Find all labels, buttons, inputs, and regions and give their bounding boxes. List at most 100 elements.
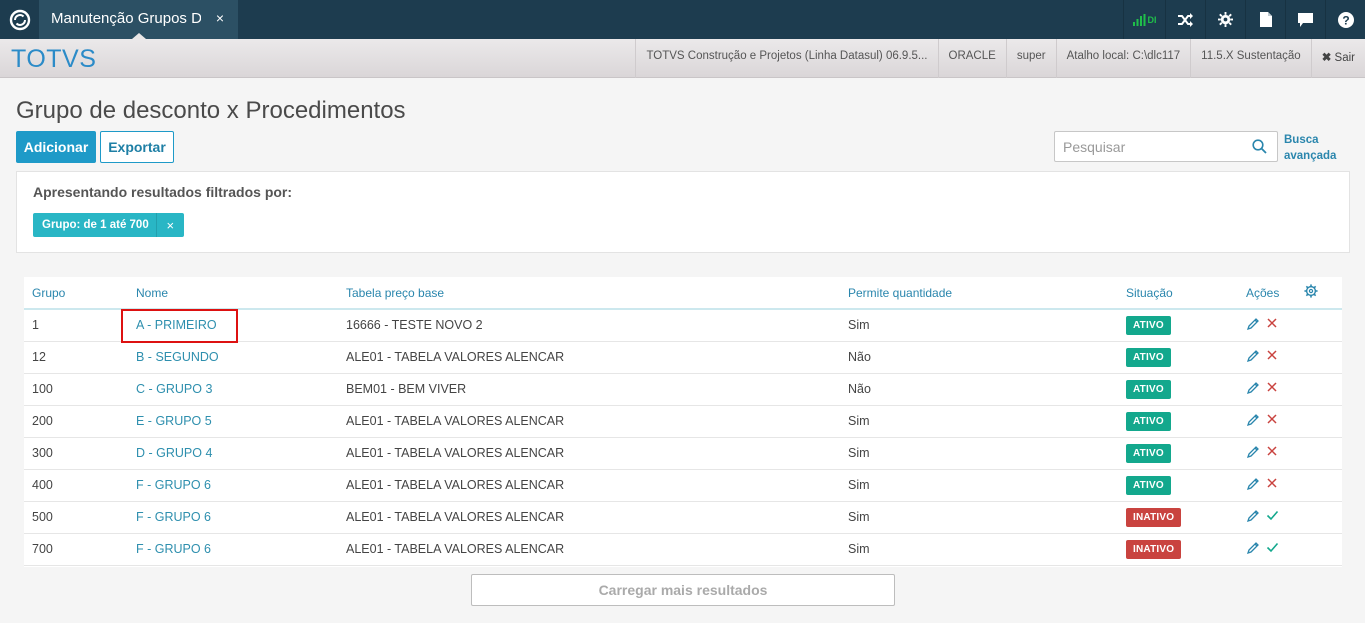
tab-label: Manutenção Grupos D: [51, 10, 201, 27]
top-toolbar: DI ?: [1123, 0, 1365, 39]
edit-icon[interactable]: [1246, 477, 1262, 493]
results-table-card: Grupo Nome Tabela preço base Permite qua…: [24, 277, 1342, 567]
cell-nome: F - GRUPO 6: [136, 501, 346, 534]
svg-text:?: ?: [1342, 13, 1349, 27]
cell-permite: Sim: [848, 437, 1126, 470]
filter-chip-remove-button[interactable]: ×: [155, 213, 184, 237]
edit-icon[interactable]: [1246, 381, 1262, 397]
cell-tabela: ALE01 - TABELA VALORES ALENCAR: [346, 501, 848, 534]
signal-label: DI: [1147, 14, 1157, 25]
cell-permite: Sim: [848, 309, 1126, 342]
cell-nome: C - GRUPO 3: [136, 373, 346, 406]
table-row: 12 B - SEGUNDO ALE01 - TABELA VALORES ALEN…: [24, 341, 1342, 374]
nome-link[interactable]: B - SEGUNDO: [136, 350, 219, 364]
nome-link[interactable]: D - GRUPO 4: [136, 446, 212, 460]
advanced-search-line2: avançada: [1284, 150, 1337, 162]
cell-situacao: ATIVO: [1126, 469, 1246, 502]
search-icon[interactable]: [1252, 139, 1267, 159]
cell-acoes: [1246, 533, 1304, 566]
table-row: 200 E - GRUPO 5 ALE01 - TABELA VALORES ALE…: [24, 405, 1342, 438]
cell-situacao: ATIVO: [1126, 373, 1246, 406]
cell-permite: Sim: [848, 469, 1126, 502]
cell-acoes: [1246, 341, 1304, 374]
session-info: TOTVS Construção e Projetos (Linha Datas…: [635, 39, 1365, 78]
status-badge: ATIVO: [1126, 347, 1171, 367]
cell-nome: E - GRUPO 5: [136, 405, 346, 438]
load-more-button[interactable]: Carregar mais resultados: [471, 574, 895, 606]
database-name: ORACLE: [937, 39, 1006, 78]
cell-permite: Sim: [848, 405, 1126, 438]
column-header-grupo[interactable]: Grupo: [24, 277, 136, 310]
advanced-search-line1: Busca: [1284, 134, 1319, 146]
cell-grupo: 1: [24, 309, 136, 342]
product-name: TOTVS Construção e Projetos (Linha Datas…: [635, 39, 937, 78]
status-badge: ATIVO: [1126, 315, 1171, 335]
search-input[interactable]: [1063, 138, 1243, 156]
filter-title: Apresentando resultados filtrados por:: [33, 184, 293, 200]
gear-icon[interactable]: [1205, 0, 1245, 39]
filter-chip-label: Grupo: de 1 até 700: [42, 219, 149, 231]
help-icon[interactable]: ?: [1325, 0, 1365, 39]
nome-link[interactable]: E - GRUPO 5: [136, 414, 212, 428]
cell-empty: [1304, 437, 1342, 470]
edit-icon[interactable]: [1246, 541, 1262, 557]
cell-grupo: 700: [24, 533, 136, 566]
deactivate-icon[interactable]: [1266, 445, 1282, 461]
edit-icon[interactable]: [1246, 445, 1262, 461]
cell-empty: [1304, 341, 1342, 374]
status-badge: ATIVO: [1126, 475, 1171, 495]
column-header-nome[interactable]: Nome: [136, 277, 346, 310]
status-badge: ATIVO: [1126, 379, 1171, 399]
cell-tabela: ALE01 - TABELA VALORES ALENCAR: [346, 341, 848, 374]
shuffle-icon[interactable]: [1165, 0, 1205, 39]
version-label: 11.5.X Sustentação: [1190, 39, 1311, 78]
cell-grupo: 400: [24, 469, 136, 502]
edit-icon[interactable]: [1246, 509, 1262, 525]
cell-grupo: 200: [24, 405, 136, 438]
document-icon[interactable]: [1245, 0, 1285, 39]
cell-nome: D - GRUPO 4: [136, 437, 346, 470]
deactivate-icon[interactable]: [1266, 349, 1282, 365]
advanced-search-link[interactable]: Busca avançada: [1284, 132, 1354, 164]
tab-close-button[interactable]: ×: [216, 10, 224, 26]
edit-icon[interactable]: [1246, 413, 1262, 429]
exit-button[interactable]: ✖ Sair: [1310, 39, 1365, 78]
nome-link[interactable]: F - GRUPO 6: [136, 542, 211, 556]
cell-empty: [1304, 469, 1342, 502]
cell-nome: A - PRIMEIRO: [136, 309, 346, 342]
cell-nome: B - SEGUNDO: [136, 341, 346, 374]
column-header-permite[interactable]: Permite quantidade: [848, 277, 1126, 310]
table-row: 300 D - GRUPO 4 ALE01 - TABELA VALORES ALE…: [24, 437, 1342, 470]
deactivate-icon[interactable]: [1266, 413, 1282, 429]
column-header-tabela[interactable]: Tabela preço base: [346, 277, 848, 310]
activate-icon[interactable]: [1266, 541, 1282, 557]
cell-grupo: 500: [24, 501, 136, 534]
cell-situacao: ATIVO: [1126, 309, 1246, 342]
nome-link[interactable]: F - GRUPO 6: [136, 510, 211, 524]
column-header-situacao[interactable]: Situação: [1126, 277, 1246, 310]
cell-acoes: [1246, 373, 1304, 406]
edit-icon[interactable]: [1246, 317, 1262, 333]
column-settings-button[interactable]: [1304, 277, 1342, 310]
cell-grupo: 300: [24, 437, 136, 470]
add-button[interactable]: Adicionar: [16, 131, 96, 163]
nome-link[interactable]: F - GRUPO 6: [136, 478, 211, 492]
brand-logo: TOTVS: [11, 45, 97, 73]
cell-permite: Não: [848, 341, 1126, 374]
filter-chip: Grupo: de 1 até 700 ×: [33, 213, 184, 237]
nome-link[interactable]: C - GRUPO 3: [136, 382, 212, 396]
edit-icon[interactable]: [1246, 349, 1262, 365]
page-title: Grupo de desconto x Procedimentos: [16, 97, 406, 124]
nome-link[interactable]: A - PRIMEIRO: [136, 318, 217, 332]
signal-icon[interactable]: DI: [1123, 0, 1165, 39]
export-button[interactable]: Exportar: [100, 131, 174, 163]
deactivate-icon[interactable]: [1266, 381, 1282, 397]
cell-acoes: [1246, 469, 1304, 502]
refresh-logo-icon[interactable]: [0, 0, 39, 39]
cell-situacao: ATIVO: [1126, 437, 1246, 470]
cell-permite: Sim: [848, 533, 1126, 566]
deactivate-icon[interactable]: [1266, 477, 1282, 493]
activate-icon[interactable]: [1266, 509, 1282, 525]
deactivate-icon[interactable]: [1266, 317, 1282, 333]
chat-icon[interactable]: [1285, 0, 1325, 39]
